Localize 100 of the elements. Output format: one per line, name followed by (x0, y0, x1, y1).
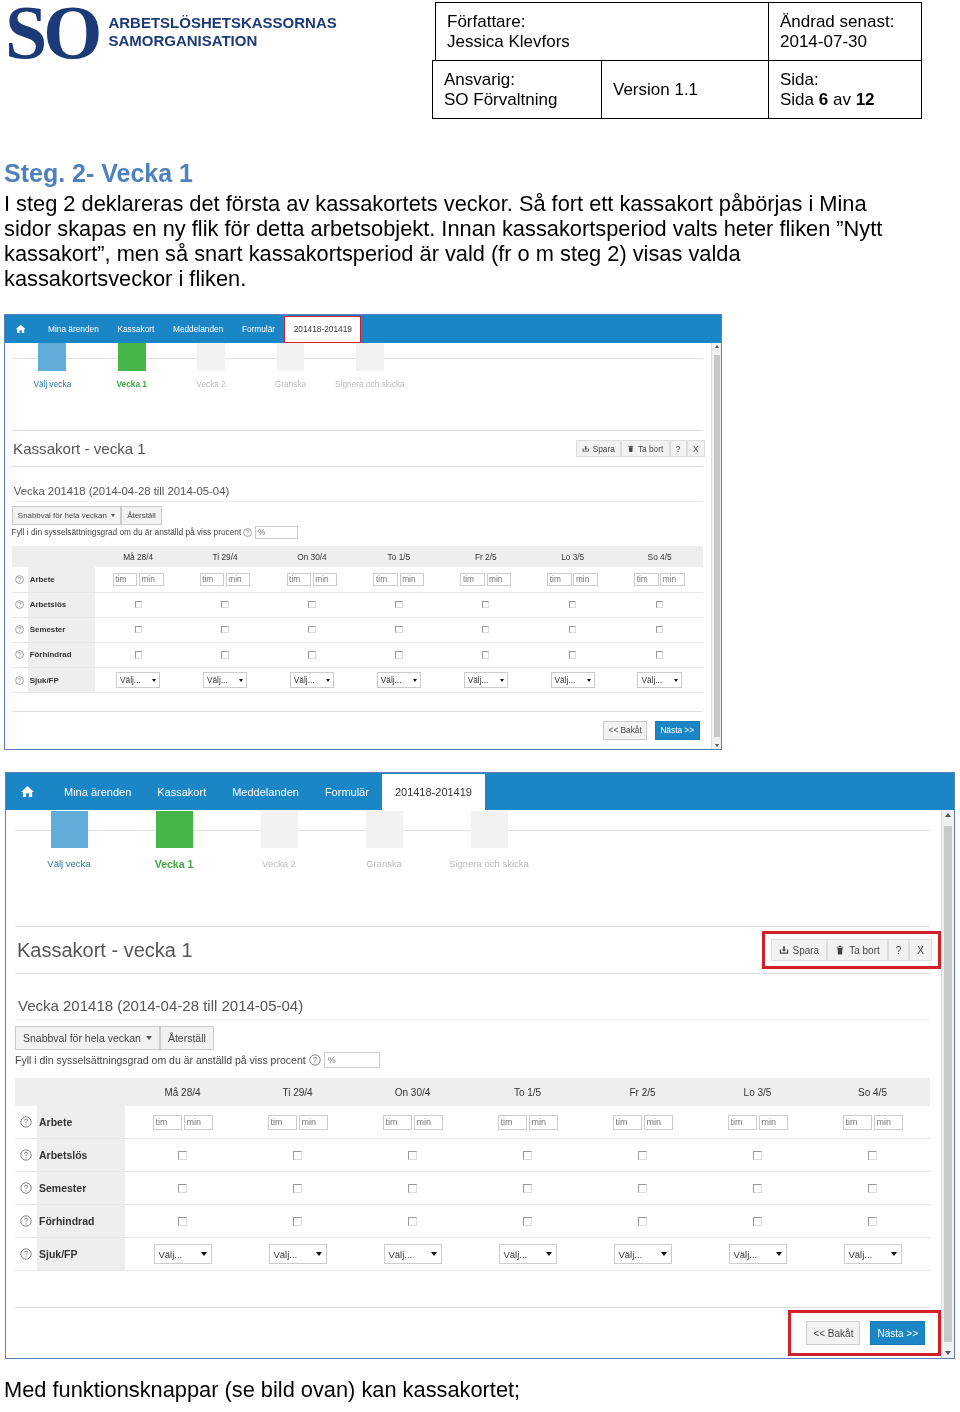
time-field[interactable]: tim (547, 572, 572, 587)
checkbox[interactable] (655, 626, 664, 634)
checkbox[interactable] (293, 1150, 302, 1160)
checkbox[interactable] (178, 1150, 187, 1160)
nav-tab[interactable]: Kassakort (144, 774, 220, 811)
checkbox[interactable] (523, 1150, 532, 1160)
checkbox[interactable] (178, 1183, 187, 1193)
help-icon[interactable] (20, 1215, 32, 1228)
scrollbar[interactable] (711, 342, 722, 750)
select-dropdown[interactable]: Välj... (289, 672, 335, 688)
checkbox[interactable] (868, 1216, 877, 1226)
time-field[interactable]: min (312, 572, 338, 587)
time-field[interactable]: min (183, 1114, 213, 1130)
checkbox[interactable] (408, 1150, 417, 1160)
checkbox[interactable] (523, 1183, 532, 1193)
time-field[interactable]: min (643, 1114, 673, 1130)
select-dropdown[interactable]: Välj... (498, 1244, 557, 1265)
select-dropdown[interactable]: Välj... (728, 1244, 787, 1265)
time-field[interactable]: tim (842, 1114, 872, 1130)
quick-choice-dropdown[interactable]: Snabbval för hela veckan (15, 1026, 160, 1051)
select-dropdown[interactable]: Välj... (550, 672, 595, 688)
nav-tab[interactable]: 201418-201419 (381, 774, 485, 811)
nav-tab[interactable]: 201418-201419 (284, 316, 362, 343)
help-icon[interactable] (20, 1182, 32, 1195)
select-dropdown[interactable]: Välj... (268, 1244, 327, 1265)
checkbox[interactable] (178, 1216, 187, 1226)
time-field[interactable]: min (399, 572, 425, 587)
help-icon[interactable] (20, 1248, 32, 1261)
nav-tab[interactable]: Meddelanden (219, 774, 312, 811)
checkbox[interactable] (638, 1216, 647, 1226)
time-field[interactable]: min (225, 572, 251, 587)
checkbox[interactable] (638, 1183, 647, 1193)
toolbar-button[interactable]: Spara (770, 939, 828, 962)
next-button[interactable]: Nästa >> (654, 721, 700, 740)
percent-field[interactable]: % (323, 1052, 380, 1069)
select-dropdown[interactable]: Välj... (376, 672, 422, 688)
time-field[interactable]: tim (382, 1114, 412, 1130)
toolbar-button[interactable]: Ta bort (827, 939, 888, 962)
checkbox[interactable] (868, 1183, 877, 1193)
step-square[interactable] (38, 343, 67, 372)
time-field[interactable]: min (660, 572, 685, 587)
select-dropdown[interactable]: Välj... (463, 672, 508, 688)
time-field[interactable]: tim (497, 1114, 527, 1130)
toolbar-button[interactable]: X (909, 939, 932, 962)
step-label[interactable]: Välj vecka (47, 858, 91, 870)
select-dropdown[interactable]: Välj... (202, 672, 248, 688)
toolbar-button[interactable]: ? (887, 939, 910, 962)
checkbox[interactable] (134, 651, 142, 659)
home-icon[interactable] (15, 323, 27, 334)
time-field[interactable]: min (486, 572, 512, 587)
help-icon[interactable] (20, 1116, 32, 1129)
checkbox[interactable] (482, 600, 490, 609)
select-dropdown[interactable]: Välj... (383, 1244, 442, 1265)
toolbar-button[interactable]: Ta bort (621, 440, 670, 457)
select-dropdown[interactable]: Välj... (843, 1244, 902, 1265)
time-field[interactable]: min (413, 1114, 443, 1130)
checkbox[interactable] (638, 1150, 647, 1160)
percent-field[interactable]: % (254, 526, 298, 539)
checkbox[interactable] (134, 600, 142, 609)
checkbox[interactable] (395, 651, 403, 659)
checkbox[interactable] (134, 626, 142, 634)
help-icon[interactable] (20, 1149, 32, 1162)
time-field[interactable]: min (758, 1114, 788, 1130)
select-dropdown[interactable]: Välj... (153, 1244, 212, 1265)
checkbox[interactable] (308, 626, 316, 634)
nav-tab[interactable]: Formulär (232, 316, 285, 343)
checkbox[interactable] (408, 1183, 417, 1193)
checkbox[interactable] (308, 600, 316, 609)
checkbox[interactable] (569, 651, 577, 659)
checkbox[interactable] (482, 626, 490, 634)
time-field[interactable]: min (873, 1114, 903, 1130)
checkbox[interactable] (753, 1216, 762, 1226)
checkbox[interactable] (293, 1216, 302, 1226)
time-field[interactable]: tim (152, 1114, 182, 1130)
home-icon[interactable] (20, 785, 35, 799)
checkbox[interactable] (753, 1183, 762, 1193)
next-button[interactable]: Nästa >> (870, 1321, 925, 1346)
checkbox[interactable] (655, 651, 664, 659)
time-field[interactable]: tim (460, 572, 486, 587)
time-field[interactable]: min (138, 572, 164, 587)
time-field[interactable]: min (573, 572, 599, 587)
step-label[interactable]: Välj vecka (33, 378, 72, 389)
time-field[interactable]: tim (727, 1114, 757, 1130)
time-field[interactable]: tim (286, 572, 312, 587)
help-icon[interactable] (308, 1054, 321, 1067)
nav-tab[interactable]: Kassakort (108, 316, 164, 343)
time-field[interactable]: min (298, 1114, 328, 1130)
select-dropdown[interactable]: Välj... (637, 672, 682, 688)
checkbox[interactable] (221, 600, 229, 609)
checkbox[interactable] (293, 1183, 302, 1193)
step-square[interactable] (50, 811, 88, 849)
checkbox[interactable] (221, 651, 229, 659)
checkbox[interactable] (308, 651, 316, 659)
step-square[interactable] (155, 811, 193, 849)
back-button[interactable]: << Bakåt (806, 1321, 861, 1346)
nav-tab[interactable]: Formulär (311, 774, 382, 811)
checkbox[interactable] (655, 600, 664, 609)
toolbar-button[interactable]: Spara (575, 440, 622, 457)
nav-tab[interactable]: Meddelanden (163, 316, 233, 343)
back-button[interactable]: << Bakåt (603, 721, 648, 740)
